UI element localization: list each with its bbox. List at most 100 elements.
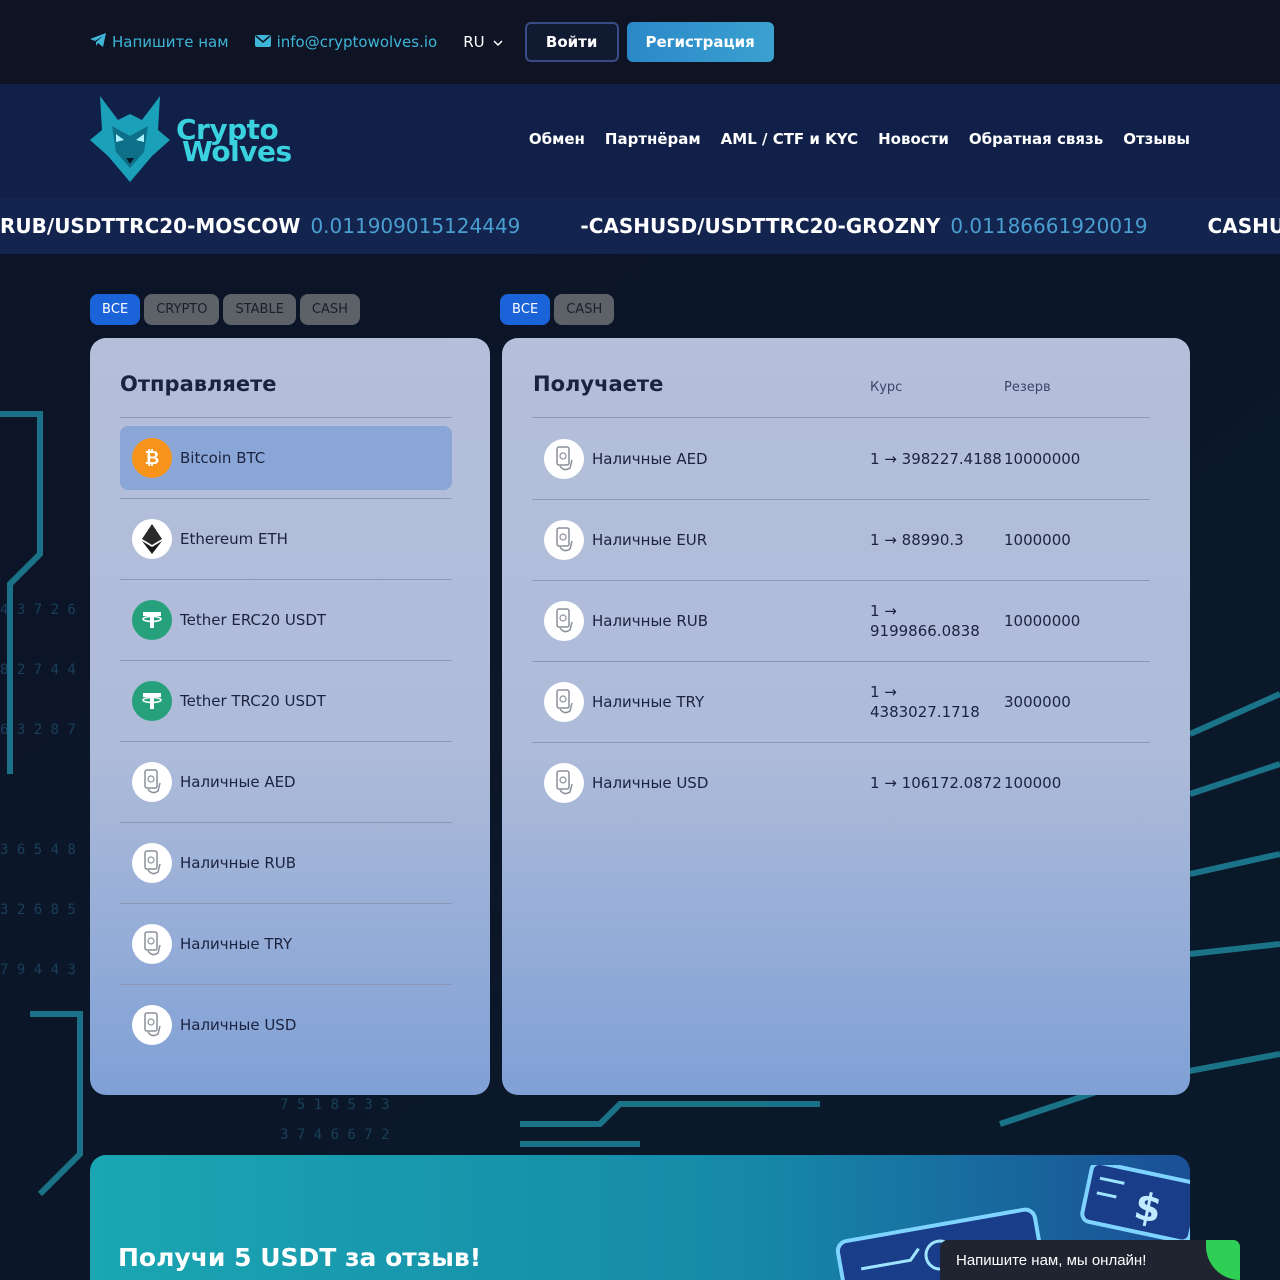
receive-item-reserve: 1000000 [1004, 531, 1071, 549]
reserve-column-header: Резерв [1004, 380, 1051, 395]
divider [120, 579, 452, 580]
mail-icon [254, 33, 271, 51]
send-item-tether-trc20[interactable]: Tether TRC20 USDT [132, 681, 326, 721]
telegram-icon [90, 33, 106, 51]
logo-text-line2: Wolves [182, 135, 292, 168]
receive-item-rate: 1 → 106172.0872 [870, 774, 1002, 792]
send-filters: ВСЕ CRYPTO STABLE CASH [90, 294, 360, 325]
send-filter-cash[interactable]: CASH [299, 294, 360, 325]
send-item-label: Наличные TRY [180, 935, 293, 953]
tether-icon [132, 681, 172, 721]
receive-item-label: Наличные EUR [592, 531, 708, 549]
receive-item-rate: 1 → 398227.4188 [870, 450, 1002, 468]
logo[interactable]: Crypto Wolves [90, 96, 292, 186]
send-item-cash-rub[interactable]: Наличные RUB [132, 843, 296, 883]
ticker-rate: 0.011909015124449 [310, 214, 521, 238]
svg-text:8 2 7 4 4: 8 2 7 4 4 [0, 662, 76, 678]
receive-item-cash-aed[interactable]: Наличные AED 1 → 398227.4188 10000000 [544, 439, 1150, 479]
svg-text:3 2 6 8 5: 3 2 6 8 5 [0, 902, 76, 918]
receive-filter-all[interactable]: ВСЕ [500, 294, 551, 325]
language-label: RU [463, 33, 485, 51]
receive-filter-cash[interactable]: CASH [554, 294, 615, 325]
send-filter-stable[interactable]: STABLE [223, 294, 296, 325]
receive-item-reserve: 10000000 [1004, 450, 1081, 468]
send-item-cash-try[interactable]: Наличные TRY [132, 924, 292, 964]
send-item-cash-usd[interactable]: Наличные USD [132, 1005, 296, 1045]
promo-title: Получи 5 USDT за отзыв! [118, 1243, 482, 1272]
bitcoin-icon: ₿ [132, 438, 172, 478]
receive-item-label: Наличные RUB [592, 612, 709, 630]
send-item-label: Наличные AED [180, 773, 296, 791]
receive-item-cash-try[interactable]: Наличные TRY 1 → 4383027.1718 3000000 [544, 682, 1150, 722]
divider [120, 498, 452, 499]
svg-text:₿: ₿ [145, 448, 160, 469]
chat-widget[interactable]: Напишите нам, мы онлайн! [940, 1240, 1240, 1280]
divider [120, 741, 452, 742]
receive-item-reserve: 10000000 [1004, 612, 1081, 630]
chat-label: Напишите нам, мы онлайн! [956, 1251, 1147, 1269]
send-filter-all[interactable]: ВСЕ [90, 294, 141, 325]
cash-icon [132, 1005, 172, 1045]
divider [532, 580, 1150, 581]
contact-link[interactable]: Напишите нам [90, 33, 229, 51]
email-link[interactable]: info@cryptowolves.io [254, 33, 438, 51]
receive-item-label: Наличные AED [592, 450, 708, 468]
nav-news[interactable]: Новости [878, 130, 949, 148]
nav-aml[interactable]: AML / CTF и KYC [721, 130, 858, 148]
cash-icon [132, 762, 172, 802]
nav-feedback[interactable]: Обратная связь [969, 130, 1103, 148]
send-item-cash-aed[interactable]: Наличные AED [132, 762, 296, 802]
send-item-label: Наличные USD [180, 1016, 297, 1034]
receive-item-reserve: 100000 [1004, 774, 1062, 792]
divider [120, 984, 452, 985]
nav-exchange[interactable]: Обмен [529, 130, 585, 148]
send-title: Отправляете [120, 372, 277, 396]
ethereum-icon [132, 519, 172, 559]
ticker-pair: RUB/USDTTRC20-MOSCOW [0, 214, 301, 238]
cash-icon [544, 601, 584, 641]
register-button[interactable]: Регистрация [626, 22, 774, 62]
cash-icon [132, 843, 172, 883]
svg-text:7 5 1 8 5 3 3: 7 5 1 8 5 3 3 [280, 1097, 390, 1113]
send-item-label: Наличные RUB [180, 854, 297, 872]
divider [532, 499, 1150, 500]
cash-icon [544, 439, 584, 479]
receive-item-cash-rub[interactable]: Наличные RUB 1 → 9199866.0838 10000000 [544, 601, 1150, 641]
wolf-logo-icon [90, 96, 170, 186]
receive-item-rate: 1 → 9199866.0838 [870, 602, 980, 640]
receive-item-reserve: 3000000 [1004, 693, 1071, 711]
receive-item-cash-usd[interactable]: Наличные USD 1 → 106172.0872 100000 [544, 763, 1150, 803]
online-indicator-icon [1206, 1240, 1240, 1280]
send-item-label: Ethereum ETH [180, 530, 288, 548]
ticker-pair: -CASHUSD/USDTTRC20-GROZNY [580, 214, 941, 238]
send-item-label: Bitcoin BTC [180, 449, 266, 467]
email-label: info@cryptowolves.io [276, 33, 438, 51]
cash-icon [544, 520, 584, 560]
cash-icon [544, 763, 584, 803]
svg-text:7 9 4 4 3: 7 9 4 4 3 [0, 962, 76, 978]
send-filter-crypto[interactable]: CRYPTO [144, 294, 220, 325]
receive-filters: ВСЕ CASH [500, 294, 615, 325]
rate-column-header: Курс [870, 380, 903, 395]
ticker-item: -CASHUSD/USDTTRC20-GROZNY 0.011866619200… [580, 214, 1147, 238]
divider [532, 417, 1150, 418]
send-item-ethereum[interactable]: Ethereum ETH [132, 519, 288, 559]
receive-item-cash-eur[interactable]: Наличные EUR 1 → 88990.3 1000000 [544, 520, 1150, 560]
cash-icon [132, 924, 172, 964]
svg-text:4 3 7 2 6: 4 3 7 2 6 [0, 602, 76, 618]
ticker-item: RUB/USDTTRC20-MOSCOW 0.011909015124449 [0, 214, 520, 238]
nav-reviews[interactable]: Отзывы [1123, 130, 1190, 148]
send-item-bitcoin[interactable]: ₿ Bitcoin BTC [132, 438, 265, 478]
nav-partners[interactable]: Партнёрам [605, 130, 701, 148]
divider [120, 903, 452, 904]
site-header: Crypto Wolves Обмен Партнёрам AML / CTF … [0, 84, 1280, 198]
top-bar: Напишите нам info@cryptowolves.io RU Вой… [0, 0, 1280, 84]
send-item-tether-erc20[interactable]: Tether ERC20 USDT [132, 600, 326, 640]
language-selector[interactable]: RU [463, 33, 503, 51]
receive-item-rate: 1 → 4383027.1718 [870, 683, 980, 721]
login-button[interactable]: Войти [524, 22, 619, 62]
svg-text:6 3 2 8 7: 6 3 2 8 7 [0, 722, 76, 738]
divider [532, 661, 1150, 662]
ticker-rate: 0.01186661920019 [950, 214, 1148, 238]
chevron-down-icon [493, 33, 503, 51]
